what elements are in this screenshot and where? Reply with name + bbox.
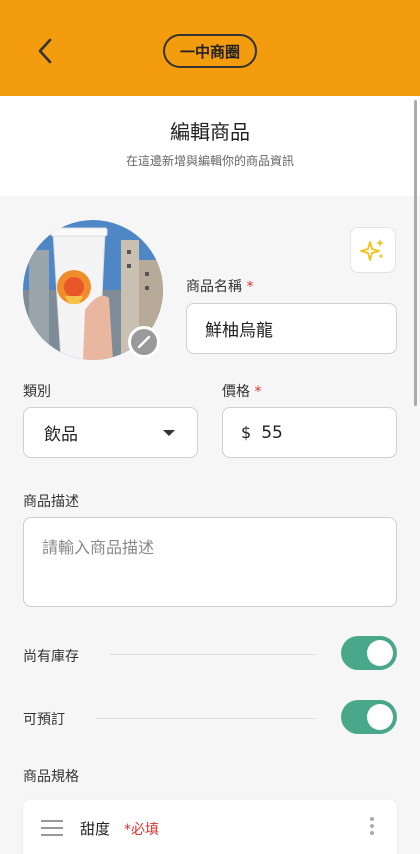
description-placeholder: 請輸入商品描述 <box>42 538 155 557</box>
required-mark: * <box>246 279 254 295</box>
price-input[interactable]: $ 55 <box>222 407 397 458</box>
back-button[interactable] <box>30 36 60 66</box>
preorder-label: 可預訂 <box>23 712 65 728</box>
top-bar: 一中商圈 <box>0 0 420 96</box>
drag-handle-icon[interactable] <box>41 820 63 836</box>
currency-symbol: $ <box>241 423 252 442</box>
preorder-toggle[interactable] <box>341 700 397 734</box>
product-name-label-text: 商品名稱 <box>186 279 242 295</box>
spec-required-badge: *必填 <box>124 822 159 838</box>
product-name-input[interactable]: 鮮柚烏龍 <box>186 303 397 354</box>
divider <box>96 718 316 719</box>
category-value: 飲品 <box>44 425 78 445</box>
page-header: 編輯商品 在這邊新增與編輯你的商品資訊 <box>0 96 420 196</box>
sparkles-icon <box>360 239 384 261</box>
price-label: 價格 * <box>222 381 261 401</box>
ai-generate-button[interactable] <box>350 227 396 273</box>
caret-down-icon <box>163 429 175 436</box>
more-vertical-icon[interactable] <box>367 817 377 839</box>
page-subtitle: 在這邊新增與編輯你的商品資訊 <box>125 154 294 168</box>
description-label: 商品描述 <box>23 494 79 510</box>
store-selector-button[interactable]: 一中商圈 <box>163 34 257 68</box>
divider <box>110 654 316 655</box>
required-mark: * <box>254 384 262 400</box>
edit-photo-button[interactable] <box>128 326 160 358</box>
pencil-icon <box>137 335 151 349</box>
in-stock-label: 尚有庫存 <box>23 649 79 665</box>
price-value: 55 <box>261 422 283 443</box>
category-label: 類別 <box>23 384 51 400</box>
product-name-label: 商品名稱 * <box>186 276 253 296</box>
chevron-left-icon <box>38 38 52 64</box>
category-select[interactable]: 飲品 <box>23 407 198 458</box>
page-title: 編輯商品 <box>170 120 250 144</box>
price-label-text: 價格 <box>222 384 250 400</box>
scrollbar[interactable] <box>414 100 417 406</box>
toggle-knob <box>367 704 393 730</box>
in-stock-toggle[interactable] <box>341 636 397 670</box>
toggle-knob <box>367 640 393 666</box>
product-name-value: 鮮柚烏龍 <box>205 321 273 341</box>
description-textarea[interactable]: 請輸入商品描述 <box>23 517 397 607</box>
specs-title: 商品規格 <box>23 769 79 785</box>
spec-item[interactable]: 甜度 *必填 <box>23 800 397 854</box>
spec-name: 甜度 <box>80 820 111 838</box>
